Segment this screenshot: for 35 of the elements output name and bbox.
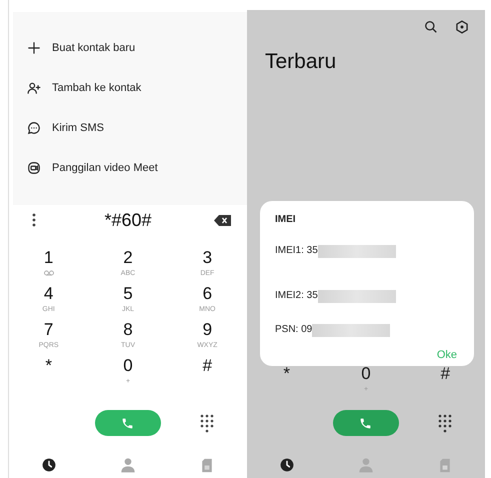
call-button[interactable]	[94, 410, 161, 436]
dial-key[interactable]: *	[18, 356, 79, 392]
dialog-row-label: IMEI1: 35	[275, 244, 318, 258]
keypad-icon[interactable]	[438, 414, 452, 432]
clock-icon	[42, 458, 56, 472]
voicemail-icon	[44, 270, 54, 276]
settings-icon[interactable]	[455, 20, 469, 34]
page-title: Terbaru	[265, 49, 338, 75]
chat-icon	[27, 121, 41, 135]
sim-card-icon	[439, 458, 452, 472]
keypad-icon[interactable]	[200, 414, 214, 432]
dialog-row-label: PSN: 09	[275, 323, 312, 337]
person-icon	[120, 457, 136, 473]
video-call-icon	[27, 161, 41, 175]
dial-key[interactable]: 1	[18, 248, 79, 284]
menu-item[interactable]: Tambah ke kontak	[13, 68, 247, 108]
dial-key[interactable]: #	[415, 364, 476, 400]
clock-icon	[280, 458, 294, 472]
plus-icon	[27, 41, 41, 55]
person-icon	[358, 457, 374, 473]
search-icon[interactable]	[424, 20, 438, 34]
dial-key[interactable]: #	[177, 356, 238, 392]
sim-card-icon	[201, 458, 214, 472]
menu-item[interactable]: Buat kontak baru	[13, 28, 247, 68]
dialog-row-label: IMEI2: 35	[275, 289, 318, 303]
phone-icon	[359, 416, 372, 430]
menu-item[interactable]: Panggilan video Meet	[13, 148, 247, 188]
menu-item[interactable]: Kirim SMS	[13, 108, 247, 148]
dialog-title: IMEI	[275, 213, 297, 227]
dial-key[interactable]: *	[256, 364, 317, 400]
add-person-icon	[27, 81, 41, 95]
phone-icon	[121, 416, 134, 430]
backspace-icon[interactable]	[214, 214, 230, 226]
dial-input[interactable]: *#60#	[59, 206, 197, 234]
more-options-icon[interactable]	[32, 213, 36, 227]
